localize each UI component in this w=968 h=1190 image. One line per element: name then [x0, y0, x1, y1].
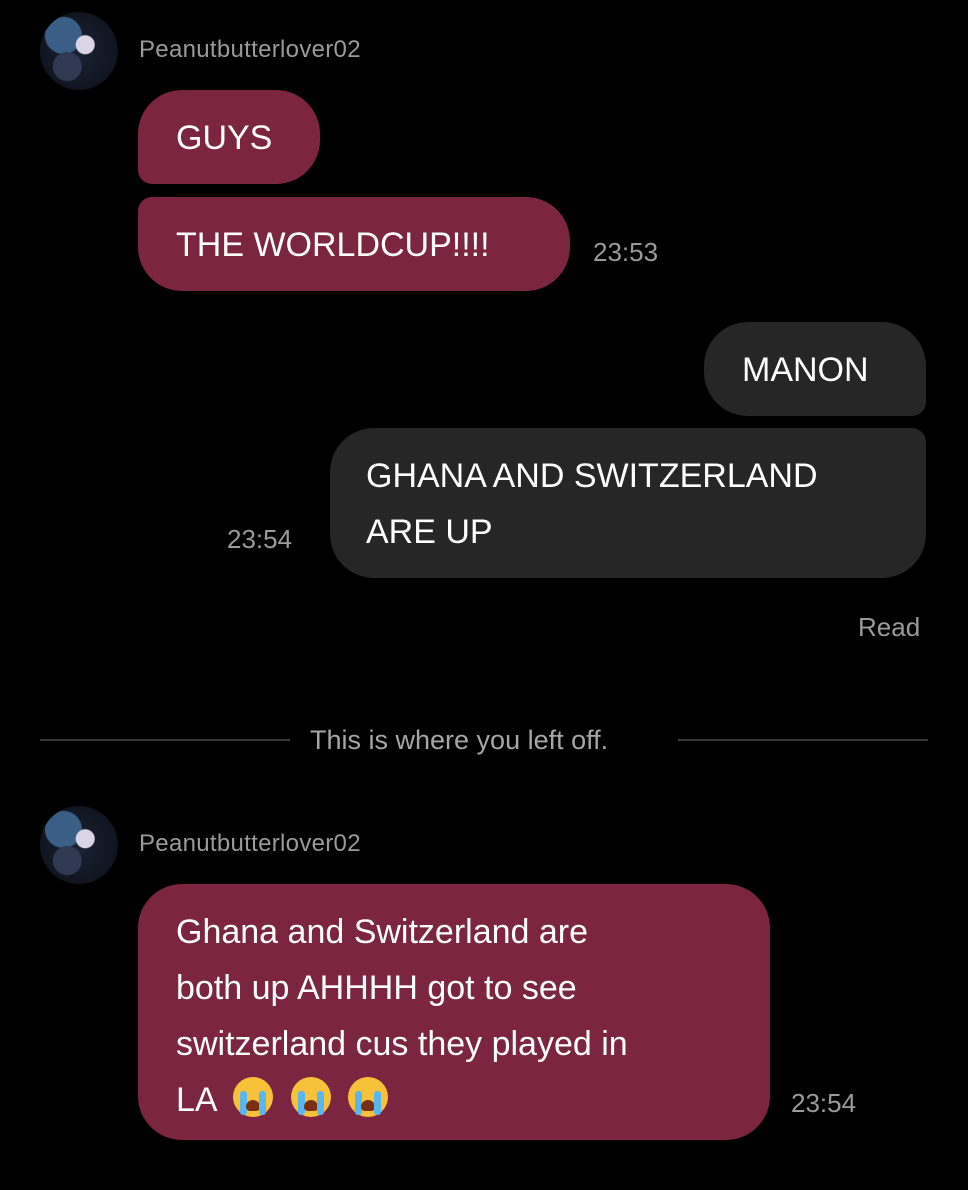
avatar[interactable]	[40, 806, 118, 884]
message-text: both up AHHHH got to see	[176, 969, 577, 1007]
message-bubble[interactable]: Ghana and Switzerland are both up AHHHH …	[138, 884, 770, 1140]
message-text: GHANA AND SWITZERLAND	[366, 457, 818, 495]
unread-divider-label: This is where you left off.	[310, 725, 609, 755]
loudly-crying-face-icon	[348, 1077, 389, 1117]
loudly-crying-face-icon	[290, 1077, 331, 1117]
timestamp: 23:54	[791, 1088, 857, 1118]
message-text: GUYS	[176, 119, 273, 157]
divider-line	[678, 739, 928, 741]
message-text: THE WORLDCUP!!!!	[176, 226, 490, 264]
message-bubble[interactable]: GUYS	[138, 90, 320, 184]
message-bubble[interactable]: GHANA AND SWITZERLAND ARE UP	[330, 428, 926, 578]
timestamp: 23:54	[227, 524, 293, 554]
username[interactable]: Peanutbutterlover02	[139, 830, 361, 858]
message-text: MANON	[742, 351, 869, 389]
message-text-last-line: LA	[176, 1072, 732, 1128]
timestamp: 23:53	[593, 237, 659, 267]
read-receipt: Read	[858, 612, 921, 642]
message-text: switzerland cus they played in	[176, 1025, 628, 1063]
divider-line	[40, 739, 290, 741]
message-bubble[interactable]: THE WORLDCUP!!!!	[138, 197, 570, 291]
message-text: ARE UP	[366, 513, 493, 551]
message-text: LA	[176, 1081, 216, 1119]
message-bubble[interactable]: MANON	[704, 322, 926, 416]
avatar[interactable]	[40, 12, 118, 90]
username[interactable]: Peanutbutterlover02	[139, 36, 361, 64]
loudly-crying-face-icon	[233, 1077, 274, 1117]
message-text: Ghana and Switzerland are	[176, 913, 589, 951]
